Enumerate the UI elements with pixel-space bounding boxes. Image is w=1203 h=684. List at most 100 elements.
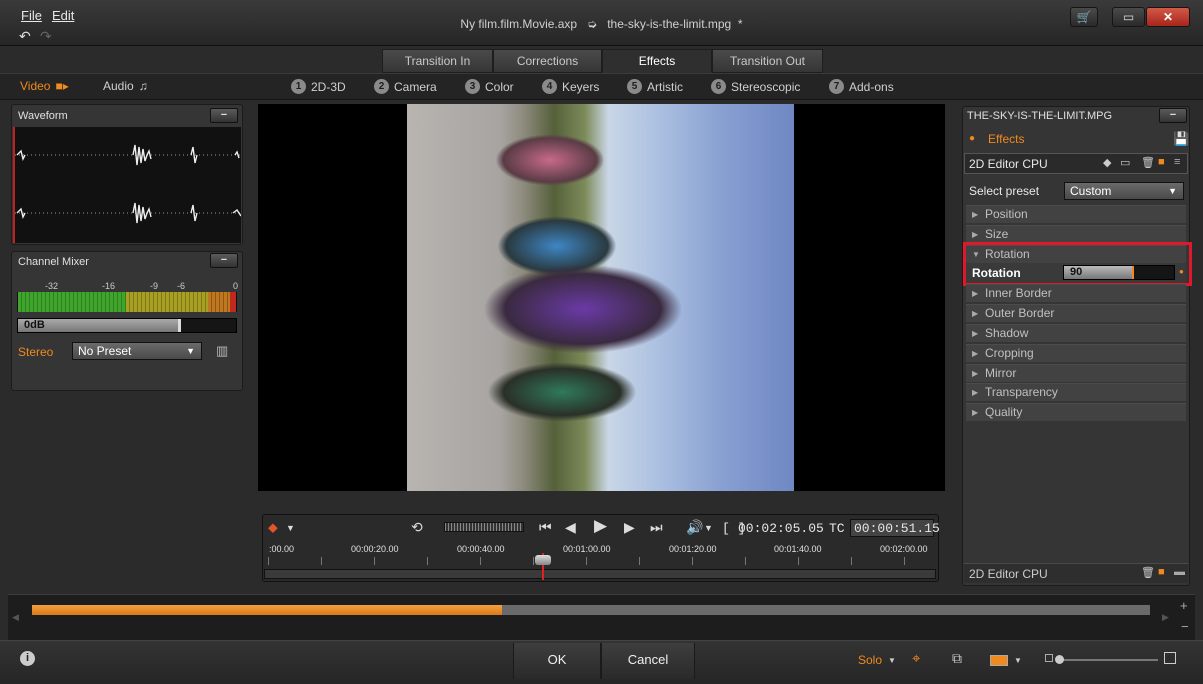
- group-position[interactable]: ▶ Position: [966, 205, 1186, 223]
- step-back-icon[interactable]: ◀: [565, 519, 576, 536]
- drag-handle-icon[interactable]: ▬: [1174, 566, 1185, 578]
- monitor-icon[interactable]: ▭: [1120, 156, 1130, 169]
- group-size[interactable]: ▶ Size: [966, 225, 1186, 243]
- group-label: Mirror: [985, 366, 1017, 380]
- timecode-label: TC: [829, 521, 845, 536]
- effects-label: Effects: [988, 132, 1025, 146]
- media-video-toggle[interactable]: Video ■▸: [20, 79, 69, 93]
- chevron-down-icon[interactable]: ▼: [1014, 656, 1022, 665]
- play-icon[interactable]: ▶: [594, 516, 607, 536]
- export-icon[interactable]: ⧉: [952, 650, 962, 667]
- volume-icon[interactable]: 🔊: [686, 519, 703, 536]
- category-color[interactable]: 3 Color: [465, 79, 514, 94]
- waveform-collapse-button[interactable]: −: [210, 108, 238, 123]
- zoom-slider[interactable]: [1058, 659, 1158, 661]
- ok-button[interactable]: OK: [513, 643, 601, 679]
- level-slider-handle[interactable]: [178, 319, 181, 332]
- go-to-end-icon[interactable]: ⏭: [650, 519, 663, 536]
- ruler-tick-label: 00:00:40.00: [457, 544, 505, 554]
- level-value: 0dB: [24, 319, 45, 331]
- group-transparency[interactable]: ▶ Transparency: [966, 383, 1186, 401]
- category-stereoscopic[interactable]: 6 Stereoscopic: [711, 79, 800, 94]
- effect-preset-dropdown[interactable]: Custom ▼: [1064, 182, 1184, 200]
- toggle-icon[interactable]: ■: [1158, 566, 1165, 578]
- trash-icon[interactable]: 🗑: [1141, 156, 1155, 169]
- window-title: Ny film.film.Movie.axp ➭ the-sky-is-the-…: [0, 17, 1203, 31]
- zoom-in-icon[interactable]: +: [1180, 598, 1188, 613]
- go-to-start-icon[interactable]: ⏮: [539, 519, 552, 536]
- category-add-ons[interactable]: 7 Add-ons: [829, 79, 894, 94]
- category-label: Keyers: [562, 79, 600, 94]
- category-number: 5: [627, 79, 642, 94]
- highlight-box: [963, 242, 1192, 286]
- expand-triangle-icon: ▶: [972, 289, 979, 298]
- zoom-slider-handle[interactable]: [1055, 655, 1064, 664]
- timecode-field[interactable]: 00:00:51.15: [850, 519, 940, 537]
- shuttle-control[interactable]: [444, 522, 524, 532]
- chevron-down-icon[interactable]: ▼: [704, 523, 713, 533]
- channel-mixer-collapse-button[interactable]: −: [210, 253, 238, 268]
- waveform-graph: [15, 144, 242, 224]
- cancel-button[interactable]: Cancel: [601, 643, 695, 679]
- timeline-progress-track[interactable]: [32, 605, 1150, 615]
- marker-icon[interactable]: ⬥: [268, 519, 278, 536]
- save-icon[interactable]: 💾: [1173, 131, 1189, 147]
- drag-handle-icon[interactable]: ≡: [1174, 156, 1180, 168]
- toggle-icon[interactable]: ■: [1158, 156, 1165, 168]
- tab-effects[interactable]: Effects: [602, 49, 712, 73]
- video-frame: [407, 104, 794, 491]
- media-audio-toggle[interactable]: Audio ♫: [103, 79, 148, 93]
- step-forward-icon[interactable]: ▶: [624, 519, 635, 536]
- scroll-left-icon[interactable]: ◀: [12, 612, 19, 623]
- mixer-preset-dropdown[interactable]: No Preset ▼: [72, 342, 202, 360]
- group-quality[interactable]: ▶ Quality: [966, 403, 1186, 421]
- effects-clip-name: THE-SKY-IS-THE-LIMIT.MPG: [967, 110, 1113, 122]
- effects-collapse-button[interactable]: −: [1159, 108, 1187, 123]
- group-outer-border[interactable]: ▶ Outer Border: [966, 304, 1186, 322]
- chevron-down-icon[interactable]: ▼: [286, 523, 295, 533]
- mixer-settings-icon[interactable]: ▥: [216, 343, 228, 359]
- category-camera[interactable]: 2 Camera: [374, 79, 437, 94]
- target-icon[interactable]: ⌖: [912, 650, 920, 667]
- category-number: 6: [711, 79, 726, 94]
- group-cropping[interactable]: ▶ Cropping: [966, 344, 1186, 362]
- info-icon[interactable]: i: [20, 651, 35, 666]
- level-meter: [17, 292, 237, 312]
- group-shadow[interactable]: ▶ Shadow: [966, 324, 1186, 342]
- footer-effect-name: 2D Editor CPU: [969, 567, 1048, 581]
- aspect-ratio-icon[interactable]: [990, 655, 1008, 666]
- category-artistic[interactable]: 5 Artistic: [627, 79, 683, 94]
- cart-button[interactable]: 🛒: [1070, 7, 1098, 27]
- chevron-down-icon[interactable]: ▼: [888, 656, 896, 665]
- keyframe-icon[interactable]: ◆: [1103, 156, 1111, 169]
- close-button[interactable]: ✕: [1146, 7, 1190, 27]
- ruler-tick-label: 00:00:20.00: [351, 544, 399, 554]
- group-inner-border[interactable]: ▶ Inner Border: [966, 284, 1186, 302]
- tab-corrections[interactable]: Corrections: [493, 49, 602, 73]
- group-mirror[interactable]: ▶ Mirror: [966, 364, 1186, 382]
- tab-transition-out[interactable]: Transition Out: [712, 49, 823, 73]
- maximize-button[interactable]: ▭: [1112, 7, 1145, 27]
- effect-header[interactable]: 2D Editor CPU ◆ ▭ 🗑 ■ ≡: [964, 153, 1188, 174]
- zoom-out-icon[interactable]: −: [1181, 619, 1189, 634]
- tab-transition-in[interactable]: Transition In: [382, 49, 493, 73]
- level-slider[interactable]: 0dB: [17, 318, 237, 333]
- time-ruler[interactable]: [268, 557, 934, 565]
- solo-button[interactable]: Solo: [858, 653, 882, 667]
- category-2d-3d[interactable]: 1 2D-3D: [291, 79, 346, 94]
- zoom-large-icon: [1164, 652, 1176, 664]
- category-label: Color: [485, 79, 514, 94]
- category-keyers[interactable]: 4 Keyers: [542, 79, 599, 94]
- timecode-value: 00:00:51.15: [854, 521, 940, 536]
- expand-triangle-icon: ▶: [972, 349, 979, 358]
- timeline-scrollbar[interactable]: [264, 569, 936, 579]
- category-label: Camera: [394, 79, 437, 94]
- trash-icon[interactable]: 🗑: [1141, 566, 1155, 579]
- meter-scale-label: -32: [45, 281, 59, 291]
- group-label: Outer Border: [985, 306, 1055, 320]
- scroll-right-icon[interactable]: ▶: [1162, 612, 1169, 623]
- playhead-handle[interactable]: [535, 555, 551, 565]
- ruler-tick-label: 00:01:20.00: [669, 544, 717, 554]
- loop-icon[interactable]: ⟲: [411, 519, 423, 536]
- project-name: Ny film.film.Movie.axp: [460, 17, 578, 31]
